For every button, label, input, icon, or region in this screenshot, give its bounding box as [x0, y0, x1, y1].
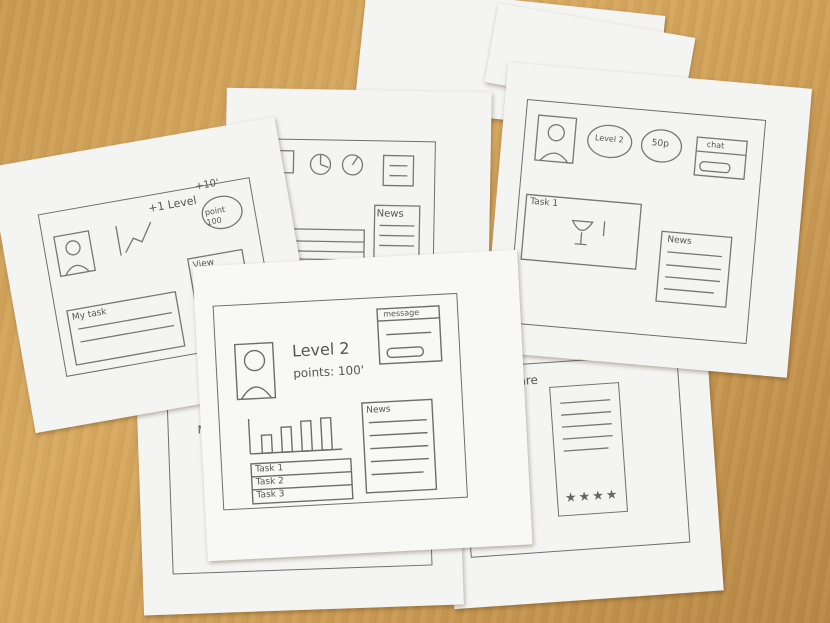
sketch-d-message-label: message	[383, 307, 420, 319]
sketch-b-news-label: News	[376, 208, 404, 220]
sketch-d-drawing	[233, 305, 443, 505]
sketch-c-points-badge: 50p	[651, 138, 670, 150]
sketch-c-chat-label: chat	[706, 139, 725, 151]
sketch-c-news-label: News	[666, 234, 693, 247]
paper-sketch-c: Level 2 50p chat Task 1 News	[482, 62, 813, 378]
sketch-c-drawing	[520, 114, 748, 308]
sketch-d-news-label: News	[366, 404, 391, 416]
sketch-d-task-list: Task 1 Task 2 Task 3	[255, 463, 285, 503]
sketch-d-task-3: Task 3	[256, 489, 285, 501]
sketch-d-level-title: Level 2	[291, 338, 350, 361]
paper-sketch-d: Level 2 points: 100' message News Task 1…	[192, 249, 533, 562]
